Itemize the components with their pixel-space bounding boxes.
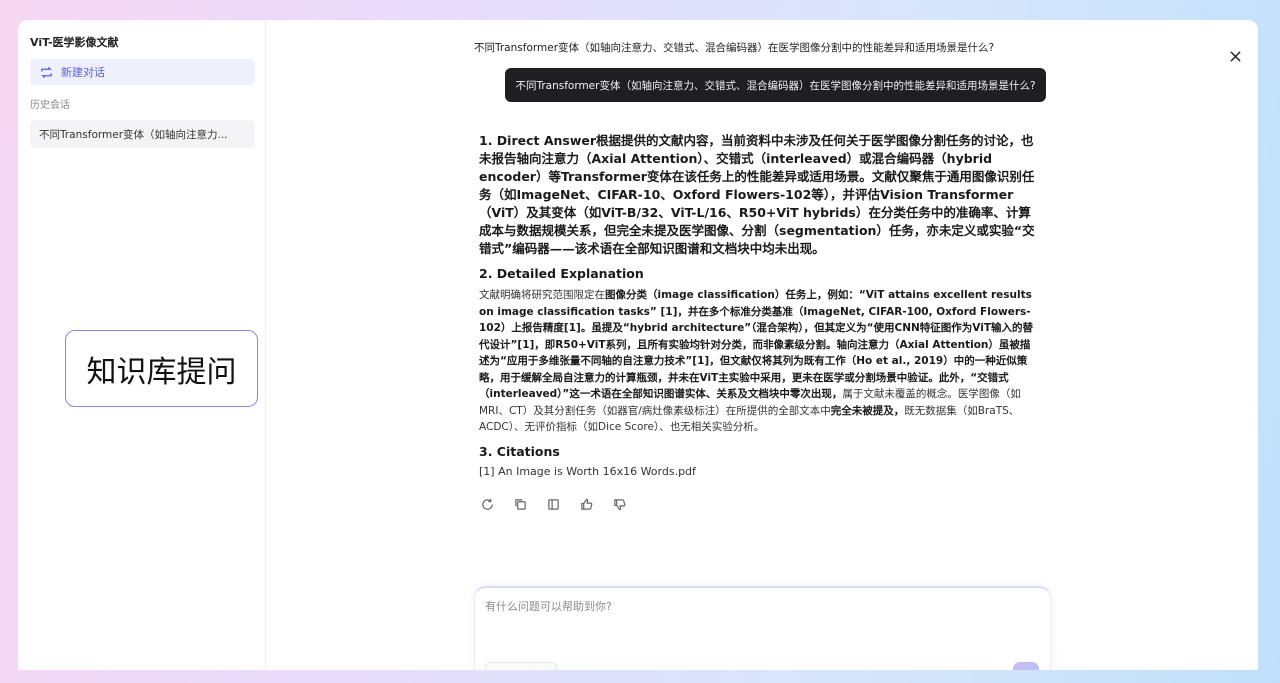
section-1-heading: 1. Direct Answer bbox=[479, 133, 597, 148]
s2-part-bold: 图像分类（image classification）任务上，例如：“ViT at… bbox=[479, 289, 1034, 400]
history-item[interactable]: 不同Transformer变体（如轴向注意力... bbox=[30, 120, 255, 148]
history-label: 历史会话 bbox=[30, 100, 70, 111]
thumbs-up-icon[interactable] bbox=[578, 496, 594, 512]
conversation-title: 不同Transformer变体（如轴向注意力、交错式、混合编码器）在医学图像分割… bbox=[474, 42, 995, 54]
assistant-answer: 1. Direct Answer根据提供的文献内容，当前资料中未涉及任何关于医学… bbox=[479, 132, 1039, 478]
send-button[interactable] bbox=[1013, 662, 1039, 670]
copy-icon[interactable] bbox=[512, 496, 528, 512]
section-3-heading: 3. Citations bbox=[479, 443, 560, 459]
chat-input-box bbox=[474, 586, 1051, 670]
new-chat-button[interactable]: 新建对话 bbox=[30, 59, 255, 85]
s2-part-bold: 完全未被提及， bbox=[830, 404, 905, 417]
section-2-heading: 2. Detailed Explanation bbox=[479, 266, 644, 281]
input-option-chip[interactable] bbox=[485, 662, 557, 670]
knowledge-base-qa-label: 知识库提问 bbox=[65, 330, 258, 407]
refresh-icon[interactable] bbox=[479, 496, 495, 512]
user-question-bubble: 不同Transformer变体（如轴向注意力、交错式、混合编码器）在医学图像分割… bbox=[505, 68, 1046, 102]
knowledge-base-title: ViT-医学影像文献 bbox=[30, 36, 119, 49]
document-icon[interactable] bbox=[545, 496, 561, 512]
chat-input[interactable] bbox=[485, 598, 1040, 658]
chat-panel: 不同Transformer变体（如轴向注意力、交错式、混合编码器）在医学图像分割… bbox=[267, 20, 1258, 670]
close-icon[interactable] bbox=[1227, 48, 1243, 64]
section-2-text: 文献明确将研究范围限定在图像分类（image classification）任务… bbox=[479, 287, 1039, 436]
new-chat-icon bbox=[39, 65, 53, 79]
new-chat-label: 新建对话 bbox=[61, 66, 105, 79]
thumbs-down-icon[interactable] bbox=[611, 496, 627, 512]
section-1-text: 根据提供的文献内容，当前资料中未涉及任何关于医学图像分割任务的讨论，也未报告轴向… bbox=[479, 133, 1035, 256]
answer-section-1: 1. Direct Answer根据提供的文献内容，当前资料中未涉及任何关于医学… bbox=[479, 132, 1039, 258]
s2-part: 文献明确将研究范围限定在 bbox=[479, 289, 605, 301]
citation-item[interactable]: [1] An Image is Worth 16x16 Words.pdf bbox=[479, 465, 1039, 478]
answer-actions bbox=[479, 496, 627, 512]
